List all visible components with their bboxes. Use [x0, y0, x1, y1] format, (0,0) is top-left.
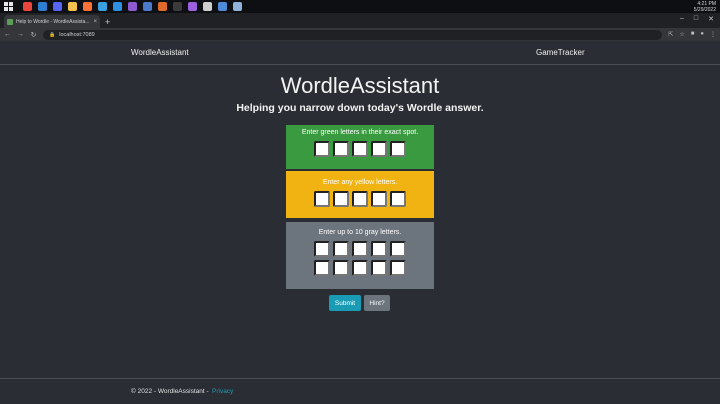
window-controls: – □ ✕ [680, 15, 714, 23]
visual-studio-icon[interactable] [128, 2, 137, 11]
gray-letters-panel: Enter up to 10 gray letters. [286, 222, 434, 289]
firefox-icon[interactable] [83, 2, 92, 11]
close-window-icon[interactable]: ✕ [708, 15, 714, 23]
gray-letter-input[interactable] [352, 241, 368, 257]
hint-button[interactable]: Hint? [364, 295, 390, 311]
tab-title: Help to Wordle - WordleAssista... [16, 18, 90, 25]
bookmark-star-icon[interactable]: ☆ [679, 31, 684, 38]
menu-icon[interactable]: ⋮ [710, 31, 716, 38]
yellow-letter-input[interactable] [371, 191, 387, 207]
taskbar-clock[interactable]: 4:21 PM 5/29/2022 [694, 1, 716, 13]
github-icon[interactable] [143, 2, 152, 11]
gray-letter-input[interactable] [390, 241, 406, 257]
toolbar-icons: ⇱ ☆ ■ ● ⋮ [668, 31, 716, 38]
yellow-letter-input[interactable] [333, 191, 349, 207]
green-letter-input[interactable] [352, 141, 368, 157]
app-window-icon[interactable] [203, 2, 212, 11]
lock-icon: 🔒 [49, 31, 56, 38]
page-subtitle: Helping you narrow down today's Wordle a… [236, 102, 484, 114]
tab-favicon-icon [7, 18, 13, 25]
profile-icon[interactable]: ● [700, 31, 704, 38]
minimize-icon[interactable]: – [680, 15, 684, 23]
back-icon[interactable]: ← [4, 31, 11, 38]
gray-letter-input[interactable] [333, 260, 349, 276]
file-explorer-icon[interactable] [68, 2, 77, 11]
chat-icon[interactable] [218, 2, 227, 11]
yellow-letter-input[interactable] [390, 191, 406, 207]
address-bar: ← → ↻ 🔒 localhost:7089 ⇱ ☆ ■ ● ⋮ [0, 28, 720, 41]
green-letter-input[interactable] [314, 141, 330, 157]
browser-tab[interactable]: Help to Wordle - WordleAssista... × [4, 15, 100, 28]
page: WordleAssistant GameTracker WordleAssist… [0, 41, 720, 404]
gray-letter-input[interactable] [371, 260, 387, 276]
gray-letter-input[interactable] [352, 260, 368, 276]
gray-letter-input[interactable] [371, 241, 387, 257]
submit-button[interactable]: Submit [329, 295, 361, 311]
yellow-letter-input[interactable] [352, 191, 368, 207]
reload-icon[interactable]: ↻ [30, 31, 37, 39]
footer-copyright: © 2022 - WordleAssistant - [131, 388, 209, 395]
terminal-icon[interactable] [173, 2, 182, 11]
green-letter-input[interactable] [390, 141, 406, 157]
nav-brand-link[interactable]: WordleAssistant [131, 48, 189, 57]
green-letters-panel: Enter green letters in their exact spot. [286, 125, 434, 169]
share-icon[interactable]: ⇱ [668, 31, 673, 38]
vs-icon[interactable] [188, 2, 197, 11]
yellow-letter-input[interactable] [314, 191, 330, 207]
gray-letter-input[interactable] [333, 241, 349, 257]
gray-letter-input[interactable] [314, 241, 330, 257]
site-navbar: WordleAssistant GameTracker [0, 41, 720, 65]
green-letter-input[interactable] [333, 141, 349, 157]
footer-privacy-link[interactable]: Privacy [212, 388, 233, 395]
url-input[interactable]: 🔒 localhost:7089 [43, 29, 663, 40]
settings-icon[interactable] [233, 2, 242, 11]
nav-gametracker-link[interactable]: GameTracker [536, 48, 585, 57]
new-tab-button[interactable]: + [105, 17, 110, 27]
maximize-icon[interactable]: □ [694, 15, 698, 23]
extensions-icon[interactable]: ■ [691, 31, 695, 38]
yellow-letters-label: Enter any yellow letters. [322, 179, 398, 186]
vscode-icon[interactable] [113, 2, 122, 11]
taskbar-apps [23, 2, 242, 11]
browser-tab-strip: Help to Wordle - WordleAssista... × + – … [0, 13, 720, 28]
git-icon[interactable] [158, 2, 167, 11]
gray-letter-input[interactable] [314, 260, 330, 276]
url-text: localhost:7089 [59, 31, 95, 38]
green-letters-label: Enter green letters in their exact spot. [301, 129, 419, 136]
forward-icon[interactable]: → [17, 31, 24, 38]
gray-letter-input[interactable] [390, 260, 406, 276]
discord-icon[interactable] [53, 2, 62, 11]
windows-start-icon[interactable] [4, 2, 13, 11]
gray-letters-label: Enter up to 10 gray letters. [318, 229, 402, 236]
taskbar: 4:21 PM 5/29/2022 [0, 0, 720, 13]
check-icon[interactable] [38, 2, 47, 11]
app-icon[interactable] [98, 2, 107, 11]
yellow-letters-panel: Enter any yellow letters. [286, 171, 434, 218]
tab-close-icon[interactable]: × [93, 19, 97, 25]
site-footer: © 2022 - WordleAssistant - Privacy [0, 378, 720, 404]
page-title: WordleAssistant [280, 73, 440, 98]
chrome-icon[interactable] [23, 2, 32, 11]
green-letter-input[interactable] [371, 141, 387, 157]
